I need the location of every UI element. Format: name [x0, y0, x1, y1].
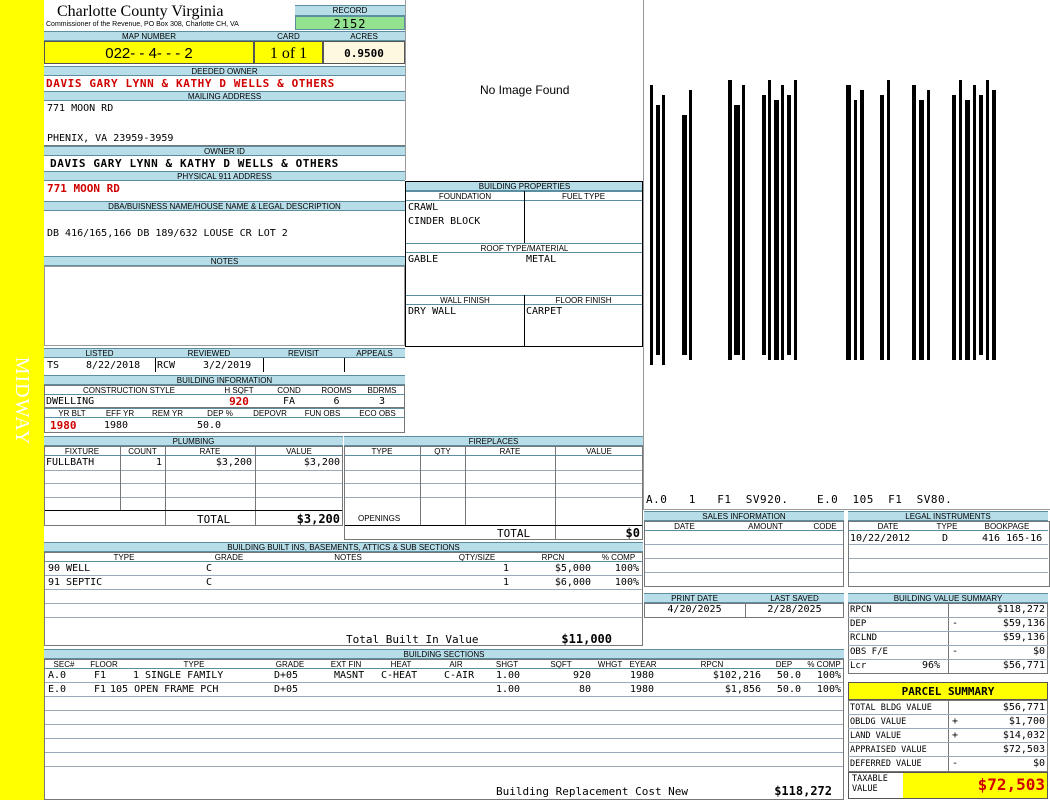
notes-box: [44, 266, 405, 346]
acres-value: 0.9500: [323, 41, 405, 64]
legal-description: DB 416/165,166 DB 189/632 LOUSE CR LOT 2: [47, 228, 288, 239]
mailing-line1: 771 MOON RD: [47, 103, 114, 114]
mailing-line2: PHENIX, VA 23959-3959: [47, 133, 174, 144]
building-info-label: BUILDING INFORMATION: [44, 375, 405, 385]
record-value: 2152: [295, 16, 405, 31]
sales-label: SALES INFORMATION: [644, 511, 844, 521]
last-saved-label: LAST SAVED: [745, 593, 844, 603]
print-date-label: PRINT DATE: [644, 593, 745, 603]
card-label: CARD: [254, 31, 323, 41]
plumbing-label: PLUMBING: [44, 436, 343, 446]
no-image-text: No Image Found: [480, 83, 570, 97]
deeded-owner-label: DEEDED OWNER: [44, 66, 405, 76]
map-number: 022- - 4- - - 2: [44, 41, 254, 64]
district-label: MIDWAY: [11, 356, 33, 446]
card-value: 1 of 1: [254, 41, 323, 64]
dba-label: DBA/BUISNESS NAME/HOUSE NAME & LEGAL DES…: [44, 201, 405, 211]
sections-label: BUILDING SECTIONS: [44, 649, 844, 659]
parcel-summary-title: PARCEL SUMMARY: [848, 682, 1048, 700]
reviewed-date: 3/2/2019: [203, 360, 252, 371]
physical-address-label: PHYSICAL 911 ADDRESS: [44, 171, 405, 181]
owner-id: DAVIS GARY LYNN & KATHY D WELLS & OTHERS: [50, 157, 339, 170]
deeded-owner: DAVIS GARY LYNN & KATHY D WELLS & OTHERS: [46, 77, 335, 90]
county-subtitle: Commissioner of the Revenue, PO Box 308,…: [46, 21, 239, 28]
mailing-address-label: MAILING ADDRESS: [44, 91, 405, 101]
appeals-label: APPEALS: [344, 348, 405, 358]
county-name: Charlotte County Virginia: [57, 3, 224, 20]
reviewed-by: RCW: [157, 360, 176, 371]
listed-label: LISTED: [44, 348, 155, 358]
value-summary-label: BUILDING VALUE SUMMARY: [848, 593, 1048, 603]
legal-label: LEGAL INSTRUMENTS: [848, 511, 1048, 521]
owner-id-label: OWNER ID: [44, 146, 405, 156]
map-label: MAP NUMBER: [44, 31, 254, 41]
sketch-labels: A.0 1 F1 SV920. E.0 105 F1 SV80.: [646, 493, 953, 506]
record-label: RECORD: [295, 5, 405, 16]
building-sketch: [650, 80, 996, 365]
notes-label: NOTES: [44, 256, 405, 266]
builtins-label: BUILDING BUILT INS, BASEMENTS, ATTICS & …: [44, 542, 643, 552]
fireplaces-label: FIREPLACES: [344, 436, 643, 446]
revisit-label: REVISIT: [263, 348, 344, 358]
acres-label: ACRES: [323, 31, 405, 41]
reviewed-label: REVIEWED: [155, 348, 263, 358]
listed-by: TS: [47, 360, 60, 371]
listed-date: 8/22/2018: [86, 360, 141, 371]
physical-address: 771 MOON RD: [47, 182, 120, 195]
